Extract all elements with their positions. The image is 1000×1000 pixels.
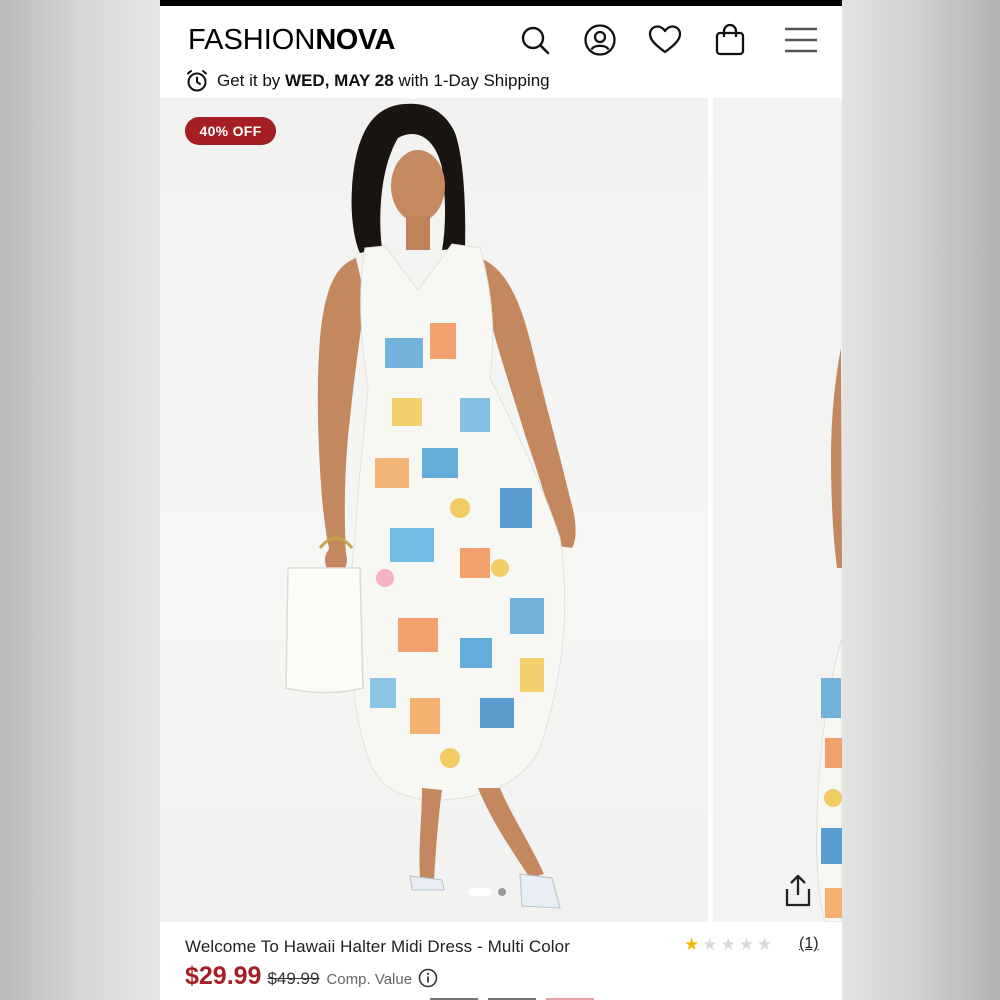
phone-screen: FASHIONNOVA Get it by WED, MAY 28 with 1… xyxy=(160,0,842,1000)
fashion-nova-logo[interactable]: FASHIONNOVA xyxy=(188,25,395,55)
comp-value-label: Comp. Value xyxy=(326,971,413,988)
star-empty-icon: ★ xyxy=(738,935,754,954)
product-title: Welcome To Hawaii Halter Midi Dress - Mu… xyxy=(185,937,570,956)
discount-badge: 40% OFF xyxy=(185,117,276,145)
star-empty-icon: ★ xyxy=(702,935,718,954)
carousel-dot-active[interactable] xyxy=(468,888,492,896)
logo-part2: NOVA xyxy=(315,24,395,56)
original-price: $49.99 xyxy=(267,969,320,988)
delivery-prefix: Get it by xyxy=(217,71,281,90)
site-header: FASHIONNOVA Get it by WED, MAY 28 with 1… xyxy=(160,6,842,98)
account-icon[interactable] xyxy=(582,22,618,58)
carousel-dot[interactable] xyxy=(498,888,506,896)
logo-part1: FASHION xyxy=(188,24,316,56)
product-image-gallery[interactable]: 40% OFF xyxy=(160,98,842,922)
heart-icon[interactable] xyxy=(647,22,683,58)
alarm-clock-icon xyxy=(185,69,209,93)
bag-icon[interactable] xyxy=(712,22,748,58)
sale-price: $29.99 xyxy=(185,962,262,990)
carousel-dots xyxy=(468,888,506,896)
price-row: $29.99 $49.99 Comp. Value xyxy=(185,962,438,991)
model-photo-partial xyxy=(816,348,842,922)
share-icon[interactable] xyxy=(781,873,815,909)
info-icon[interactable] xyxy=(418,968,438,988)
product-image-main[interactable]: 40% OFF xyxy=(160,98,708,922)
delivery-estimate: Get it by WED, MAY 28 with 1-Day Shippin… xyxy=(185,69,550,93)
star-filled-icon: ★ xyxy=(684,935,700,954)
rating-stars[interactable]: ★ ★ ★ ★ ★ xyxy=(684,935,772,955)
star-empty-icon: ★ xyxy=(720,935,736,954)
product-info: Welcome To Hawaii Halter Midi Dress - Mu… xyxy=(160,922,842,1000)
menu-icon[interactable] xyxy=(783,22,819,58)
model-photo xyxy=(285,103,576,909)
product-image-next[interactable] xyxy=(713,98,842,922)
delivery-suffix: with 1-Day Shipping xyxy=(398,71,550,90)
search-icon[interactable] xyxy=(517,22,553,58)
review-count-link[interactable]: (1) xyxy=(799,935,819,953)
star-empty-icon: ★ xyxy=(757,935,773,954)
delivery-date: WED, MAY 28 xyxy=(285,71,394,90)
